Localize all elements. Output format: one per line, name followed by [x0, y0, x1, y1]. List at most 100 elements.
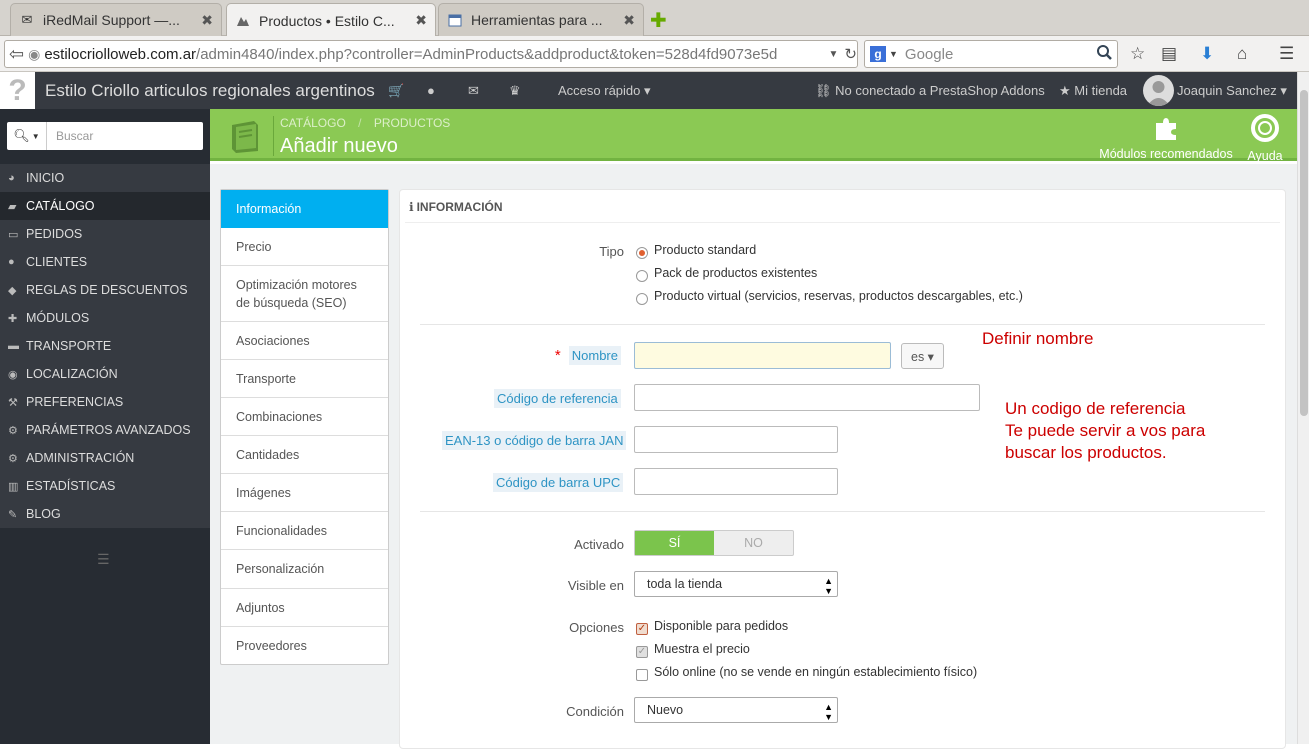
sidebar-item-reglas-descuentos[interactable]: ◆ Reglas de descuentos [0, 276, 210, 304]
option-producto-standard[interactable]: Producto standard [654, 243, 756, 257]
browser-search-box[interactable]: g ▼ Google [864, 40, 1118, 68]
condition-select[interactable]: Nuevo ▲ ▼ [634, 697, 838, 723]
user-menu-dropdown[interactable]: Joaquin Sanchez ▾ [1177, 83, 1287, 99]
sidebar-item-parametros-avanzados[interactable]: ⚙ Parámetros avanzados [0, 416, 210, 444]
sidebar-menu: ◕ Inicio ▰ Catálogo ▭ Pedidos ● Clientes ◆ Re… [0, 164, 210, 528]
checkbox-disponible-pedidos[interactable]: ✓ [636, 623, 648, 635]
annotation-ref-line: Un codigo de referencia [1005, 399, 1186, 418]
scrollbar-thumb[interactable] [1300, 90, 1308, 416]
tab-precio[interactable]: Precio [221, 228, 388, 266]
sidebar-item-inicio[interactable]: ◕ Inicio [0, 164, 210, 192]
download-icon[interactable]: ⬇ [1200, 44, 1214, 64]
active-toggle[interactable]: SÍ NO [634, 530, 794, 556]
breadcrumb-productos[interactable]: Productos [374, 116, 450, 130]
radio-producto-standard[interactable] [636, 247, 648, 259]
user-icon[interactable]: ● [427, 83, 435, 98]
condition-label: Condición [566, 704, 624, 719]
dropdown-arrow-icon[interactable]: ▼ [889, 49, 898, 59]
recommended-modules-button[interactable]: Módulos recomendados [1098, 113, 1234, 161]
sidebar-item-catalogo[interactable]: ▰ Catálogo [0, 192, 210, 220]
cart-icon[interactable]: 🛒 [388, 83, 404, 99]
reload-icon[interactable]: ↻ [844, 45, 857, 63]
radio-producto-virtual[interactable] [636, 293, 648, 305]
tab-cantidades[interactable]: Cantidades [221, 436, 388, 474]
tab-proveedores[interactable]: Proveedores [221, 627, 388, 665]
option-disponible-pedidos[interactable]: Disponible para pedidos [654, 619, 788, 633]
option-producto-virtual[interactable]: Producto virtual (servicios, reservas, p… [654, 289, 1023, 303]
ean-input[interactable] [634, 426, 838, 453]
sidebar-item-blog[interactable]: ✎ Blog [0, 500, 210, 528]
sidebar-item-administracion[interactable]: ⚙ Administración [0, 444, 210, 472]
divider [420, 511, 1265, 512]
checkbox-muestra-precio[interactable]: ✓ [636, 646, 648, 658]
close-tab-icon[interactable]: ✖ [201, 12, 213, 29]
checkbox-solo-online[interactable] [636, 669, 648, 681]
my-shop-link[interactable]: ★ Mi tienda [1059, 83, 1127, 99]
breadcrumb-catalogo[interactable]: Catálogo [280, 116, 346, 130]
sidebar-item-localizacion[interactable]: ◉ Localización [0, 360, 210, 388]
option-pack-productos[interactable]: Pack de productos existentes [654, 266, 817, 280]
upc-input[interactable] [634, 468, 838, 495]
tab-title: Productos • Estilo C... [259, 12, 395, 29]
tab-combinaciones[interactable]: Combinaciones [221, 398, 388, 436]
browser-tab-iredmail[interactable]: ✉ iRedMail Support —... ✖ [10, 3, 222, 36]
sidebar-item-transporte[interactable]: ▬ Transporte [0, 332, 210, 360]
google-icon: g [870, 46, 886, 62]
page-scrollbar[interactable] [1297, 72, 1309, 744]
toggle-no[interactable]: NO [714, 531, 793, 555]
ean-label: EAN-13 o código de barra JAN [442, 431, 627, 450]
url-text[interactable]: estilocriolloweb.com.ar/admin4840/index.… [44, 46, 824, 63]
mail-icon: ✉ [21, 12, 33, 27]
help-button[interactable]: Ayuda [1242, 113, 1288, 163]
close-tab-icon[interactable]: ✖ [415, 12, 427, 29]
tab-asociaciones[interactable]: Asociaciones [221, 322, 388, 360]
catalog-book-icon [226, 117, 264, 155]
search-scope-button[interactable]: 🔍︎ ▼ [7, 122, 47, 150]
tab-adjuntos[interactable]: Adjuntos [221, 589, 388, 627]
addons-status-link[interactable]: ⛓ No conectado a PrestaShop Addons [815, 83, 1045, 99]
quick-access-dropdown[interactable]: Acceso rápido ▾ [558, 83, 651, 99]
annotation-ref-line: Te puede servir a vos para [1005, 421, 1206, 440]
option-solo-online[interactable]: Sólo online (no se vende en ningún estab… [654, 665, 977, 679]
search-icon[interactable] [1096, 44, 1113, 65]
toggle-yes[interactable]: SÍ [635, 531, 714, 555]
tab-personalizacion[interactable]: Personalización [221, 550, 388, 589]
tab-informacion[interactable]: Información [221, 190, 388, 228]
tab-transporte[interactable]: Transporte [221, 360, 388, 398]
reference-input[interactable] [634, 384, 980, 411]
browser-tab-herramientas[interactable]: Herramientas para ... ✖ [438, 3, 644, 36]
menu-icon[interactable]: ☰ [1279, 44, 1294, 64]
bookmarks-list-icon[interactable]: ▤ [1161, 44, 1177, 64]
divider [420, 324, 1265, 325]
truck-icon: ▬ [8, 340, 19, 352]
sidebar-item-estadisticas[interactable]: ▥ Estadísticas [0, 472, 210, 500]
close-tab-icon[interactable]: ✖ [623, 12, 635, 29]
collapse-menu-icon[interactable]: ☰ [97, 551, 110, 568]
search-input[interactable]: Buscar [47, 122, 203, 150]
radio-pack-productos[interactable] [636, 270, 648, 282]
language-dropdown-button[interactable]: es ▾ [901, 343, 944, 369]
name-input[interactable] [634, 342, 891, 369]
sidebar-item-clientes[interactable]: ● Clientes [0, 248, 210, 276]
shop-title[interactable]: Estilo Criollo articulos regionales arge… [45, 81, 375, 101]
tab-funcionalidades[interactable]: Funcionalidades [221, 512, 388, 550]
option-muestra-precio[interactable]: Muestra el precio [654, 642, 750, 656]
select-arrows-icon: ▲ ▼ [824, 702, 833, 722]
tab-seo[interactable]: Optimización motores de búsqueda (SEO) [221, 266, 388, 322]
sidebar-item-preferencias[interactable]: ⚒ Preferencias [0, 388, 210, 416]
sidebar-item-pedidos[interactable]: ▭ Pedidos [0, 220, 210, 248]
browser-tab-productos[interactable]: Productos • Estilo C... ✖ [226, 3, 436, 37]
tab-imagenes[interactable]: Imágenes [221, 474, 388, 512]
visibility-select[interactable]: toda la tienda ▲ ▼ [634, 571, 838, 597]
url-bar[interactable]: ⇦ ◉ estilocriolloweb.com.ar/admin4840/in… [4, 40, 858, 68]
bookmark-star-icon[interactable]: ☆ [1130, 44, 1145, 64]
back-icon[interactable]: ⇦ [9, 44, 24, 65]
home-icon[interactable]: ⌂ [1237, 44, 1247, 64]
avatar[interactable] [1143, 75, 1174, 106]
new-tab-button[interactable]: ✚ [650, 8, 667, 33]
trophy-icon[interactable]: ♛ [509, 83, 521, 99]
prestashop-logo-icon[interactable]: ? [0, 72, 35, 109]
sidebar-item-modulos[interactable]: ✚ Módulos [0, 304, 210, 332]
envelope-icon[interactable]: ✉ [468, 83, 479, 99]
dropdown-arrow-icon[interactable]: ▼ [829, 49, 839, 60]
